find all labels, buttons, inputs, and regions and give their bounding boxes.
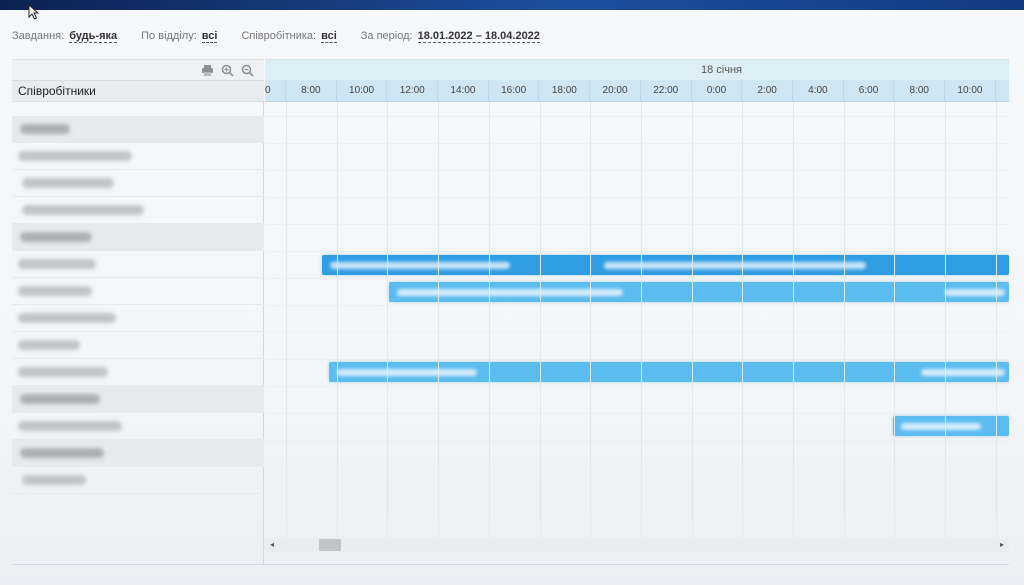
timeline-hour-tick: 16:00 (489, 80, 540, 102)
timeline-date-row: 18 січня (265, 59, 1009, 80)
timeline-hour-tick: 8:00 (894, 80, 946, 102)
timeline-hours-row: 0 8:00 10:00 12:00 14:00 16:00 18:00 20:00 22:00… (265, 80, 1009, 102)
task-filter: Завдання: будь-яка (12, 30, 118, 43)
timeline-hour-tick: 8:00 (286, 80, 337, 102)
timeline-date: 18 січня (701, 64, 742, 76)
group-row[interactable] (12, 386, 264, 413)
group-row[interactable] (12, 224, 264, 251)
window-top-bar (0, 0, 1024, 10)
task-bar[interactable] (329, 362, 1009, 382)
group-row[interactable] (12, 116, 264, 143)
scroll-right-arrow-icon[interactable]: ▸ (995, 538, 1009, 552)
employee-row[interactable] (12, 197, 264, 224)
filter-bar: Завдання: будь-яка По відділу: всі Співр… (12, 29, 564, 43)
horizontal-scrollbar[interactable]: ◂ ▸ (265, 538, 1009, 552)
timeline-grid (265, 102, 1009, 538)
employee-filter-value[interactable]: всі (321, 30, 337, 43)
employee-filter: Співробітника: всі (241, 30, 337, 43)
period-filter-label: За період: (360, 30, 413, 42)
employee-row[interactable] (12, 305, 264, 332)
timeline-hour-tick: 0:00 (692, 80, 743, 102)
task-bar[interactable] (893, 416, 1009, 436)
timeline-hour-tick: 6:00 (844, 80, 895, 102)
scroll-left-arrow-icon[interactable]: ◂ (265, 538, 279, 552)
bottom-divider (12, 564, 1009, 565)
employee-filter-label: Співробітника: (241, 30, 317, 42)
employee-row[interactable] (12, 467, 264, 494)
timeline-hour-tick: 10:00 (337, 80, 388, 102)
employee-row[interactable] (12, 278, 264, 305)
timeline-hour-tick: 22:00 (641, 80, 692, 102)
timeline-hour-tick: 18:00 (540, 80, 591, 102)
mouse-cursor-icon (28, 4, 40, 20)
department-filter: По відділу: всі (141, 30, 218, 43)
timeline-hour-tick: 12:00 (387, 80, 439, 102)
employees-panel: Співробітники (12, 59, 264, 564)
task-bar[interactable] (322, 255, 1009, 275)
zoom-in-icon[interactable] (221, 64, 234, 77)
employee-row[interactable] (12, 251, 264, 278)
task-filter-label: Завдання: (12, 30, 65, 42)
employee-row[interactable] (12, 143, 264, 170)
timeline-panel: 18 січня 0 8:00 10:00 12:00 14:00 16:00 18:00 2… (265, 59, 1009, 564)
timeline-hour-tick: 4:00 (793, 80, 844, 102)
department-filter-label: По відділу: (141, 30, 197, 42)
zoom-out-icon[interactable] (241, 64, 254, 77)
employee-row[interactable] (12, 332, 264, 359)
employees-header: Співробітники (12, 80, 264, 102)
task-bar[interactable] (389, 282, 1009, 302)
timeline-hour-tick: 10:00 (945, 80, 996, 102)
timeline-hour-tick: 0 (265, 80, 286, 102)
timeline-hour-tick: 2:00 (742, 80, 793, 102)
employee-row[interactable] (12, 170, 264, 197)
employee-row[interactable] (12, 359, 264, 386)
print-icon[interactable] (201, 64, 214, 77)
employees-toolbar (12, 59, 264, 80)
period-filter-value[interactable]: 18.01.2022 – 18.04.2022 (417, 30, 540, 43)
timeline-hour-tick: 14:00 (438, 80, 489, 102)
scroll-thumb[interactable] (319, 539, 341, 551)
period-filter: За період: 18.01.2022 – 18.04.2022 (361, 30, 540, 43)
group-row[interactable] (12, 440, 264, 467)
department-filter-value[interactable]: всі (201, 30, 218, 43)
timeline-hour-tick: 20:00 (590, 80, 641, 102)
task-filter-value[interactable]: будь-яка (69, 30, 118, 43)
employee-row[interactable] (12, 413, 264, 440)
